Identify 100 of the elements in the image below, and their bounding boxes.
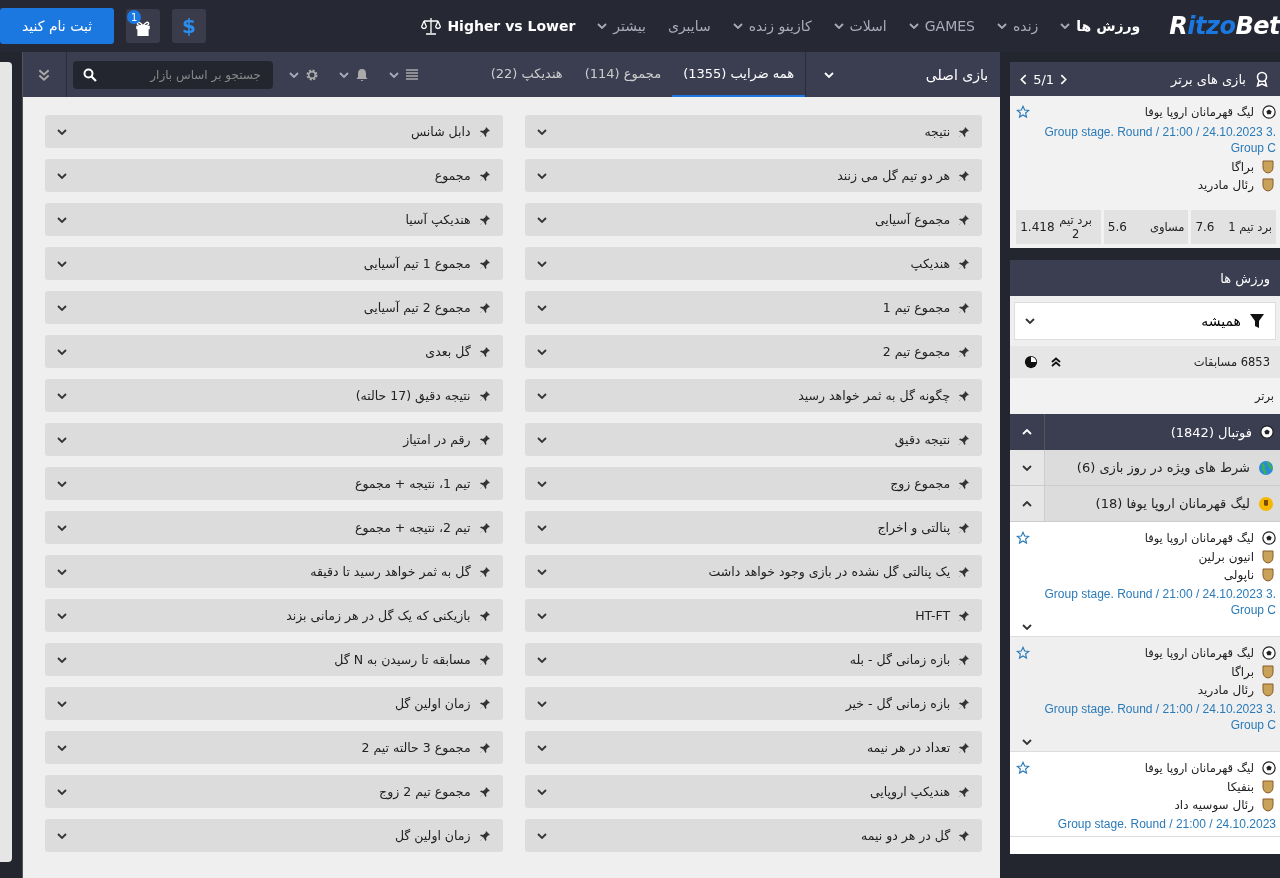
market-row[interactable]: هندیکپ اروپایی: [524, 775, 983, 808]
team-name: براگا: [1231, 665, 1254, 679]
market-row[interactable]: نتیجه دقیق (17 حالته): [45, 379, 503, 412]
market-tab[interactable]: همه ضرایب (1355): [672, 52, 806, 97]
market-row[interactable]: نتیجه دقیق: [524, 423, 983, 456]
pin-icon: [958, 257, 971, 270]
market-row[interactable]: مجموع تیم 2: [524, 335, 983, 368]
market-row[interactable]: HT-FT: [524, 599, 983, 632]
chevron-right-icon[interactable]: [1060, 73, 1068, 85]
market-row[interactable]: مجموع 1 تیم آسیایی: [45, 247, 503, 280]
pin-icon: [958, 345, 971, 358]
chevron-down-icon: [1022, 464, 1033, 471]
market-row[interactable]: مجموع تیم 2 زوج: [45, 775, 503, 808]
market-row[interactable]: پنالتی و اخراج: [524, 511, 983, 544]
market-row[interactable]: مجموع: [45, 159, 503, 192]
market-row[interactable]: زمان اولین گل: [45, 687, 503, 720]
gift-button[interactable]: 1: [126, 9, 161, 43]
chevron-down-icon: [57, 568, 67, 575]
chevron-down-icon: [824, 71, 835, 78]
market-row[interactable]: مجموع 2 تیم آسیایی: [45, 291, 503, 324]
chevron-down-icon: [536, 744, 547, 751]
bell-icon: [355, 67, 369, 82]
nav-link[interactable]: Higher vs Lower: [412, 17, 585, 35]
chevron-down-icon: [57, 744, 67, 751]
market-row[interactable]: مجموع زوج: [524, 467, 983, 500]
match-info: Group stage. Round / 21:00 / 24.10.2023 3. Group C: [1043, 586, 1276, 619]
chevron-down-icon: [57, 216, 67, 223]
market-row[interactable]: مسابقه تا رسیدن به N گل: [45, 643, 503, 676]
chevron-down-icon: [908, 23, 919, 29]
market-row[interactable]: زمان اولین گل: [45, 819, 503, 852]
pin-icon: [478, 477, 491, 490]
market-row[interactable]: چگونه گل به ثمر خواهد رسید: [524, 379, 983, 412]
chevron-down-icon: [536, 128, 547, 135]
pin-icon: [958, 653, 971, 666]
chevron-left-icon[interactable]: [1020, 73, 1028, 85]
pie-chart-icon[interactable]: [1024, 355, 1039, 369]
league-row[interactable]: شرط های ویژه در روز بازی (6): [1010, 450, 1280, 486]
team-name: بنفیکا: [1227, 780, 1254, 794]
market-row[interactable]: مجموع 3 حالته تیم 2: [45, 731, 503, 764]
nav-link[interactable]: بیشتر: [588, 18, 655, 34]
search-field[interactable]: جستجو بر اساس بازار: [73, 60, 273, 89]
double-chevron-up-icon[interactable]: [1050, 355, 1063, 369]
chevron-down-icon: [536, 216, 547, 223]
pin-icon: [958, 213, 971, 226]
pager-count: 5/1: [1033, 71, 1055, 87]
market-row[interactable]: رقم در امتیاز: [45, 423, 503, 456]
chevron-down-icon: [536, 656, 547, 663]
star-icon[interactable]: [1016, 761, 1031, 775]
market-row[interactable]: هندیکپ: [524, 247, 983, 280]
pin-icon: [478, 653, 491, 666]
nav-link[interactable]: ورزش ها: [1051, 18, 1150, 34]
nav-link[interactable]: زنده: [988, 18, 1048, 34]
pin-icon: [958, 125, 971, 138]
star-icon[interactable]: [1016, 531, 1031, 545]
chevron-down-icon: [536, 480, 547, 487]
team-crest-icon: [1262, 160, 1274, 174]
market-row[interactable]: هندیکپ آسیا: [45, 203, 503, 236]
market-row[interactable]: دابل شانس: [45, 115, 503, 148]
chevron-down-icon: [536, 788, 547, 795]
pin-icon: [478, 125, 491, 138]
pin-icon: [958, 169, 971, 182]
market-row[interactable]: هر دو تیم گل می زنند: [524, 159, 983, 192]
pin-icon: [478, 433, 491, 446]
market-row[interactable]: بازیکنی که یک گل در هر زمانی بزند: [45, 599, 503, 632]
market-tab[interactable]: مجموع (114): [573, 52, 673, 97]
logo[interactable]: RitzoBet: [1169, 12, 1280, 40]
chevron-down-icon: [289, 71, 299, 78]
star-icon[interactable]: [1016, 105, 1031, 119]
market-row[interactable]: مجموع آسیایی: [524, 203, 983, 236]
market-row[interactable]: گل در هر دو نیمه: [524, 819, 983, 852]
league-row[interactable]: لیگ قهرمانان اروپا یوفا (18): [1010, 486, 1280, 522]
chevron-up-icon: [1022, 500, 1033, 507]
market-row[interactable]: گل به ثمر خواهد رسید تا دقیقه: [45, 555, 503, 588]
chevron-down-icon: [57, 304, 67, 311]
market-row[interactable]: بازه زمانی گل - خیر: [524, 687, 983, 720]
register-button[interactable]: ثبت نام کنید: [0, 8, 115, 44]
market-row[interactable]: مجموع تیم 1: [524, 291, 983, 324]
market-row[interactable]: بازه زمانی گل - بله: [524, 643, 983, 676]
market-row[interactable]: تیم 2، نتیجه + مجموع: [45, 511, 503, 544]
sport-row[interactable]: فوتبال (1842): [1010, 414, 1280, 450]
chevron-down-icon: [833, 23, 844, 29]
pin-icon: [478, 565, 491, 578]
period-select[interactable]: همیشه: [1014, 302, 1276, 340]
market-row[interactable]: گل بعدی: [45, 335, 503, 368]
market-row[interactable]: تعداد در هر نیمه: [524, 731, 983, 764]
nav-link[interactable]: GAMES: [899, 18, 984, 34]
pin-icon: [478, 169, 491, 182]
league-name: لیگ قهرمانان اروپا یوفا: [1144, 531, 1254, 545]
chevron-down-icon: [57, 700, 67, 707]
market-tab[interactable]: هندیکپ (22): [479, 52, 574, 97]
nav-link[interactable]: اسلات: [824, 18, 896, 34]
star-icon[interactable]: [1016, 646, 1031, 660]
pin-icon: [478, 829, 491, 842]
market-row[interactable]: یک پنالتی گل نشده در بازی وجود خواهد داشت: [524, 555, 983, 588]
nav-link[interactable]: کازینو زنده: [723, 18, 821, 34]
chevron-down-icon: [57, 656, 67, 663]
nav-link[interactable]: سایبری: [658, 18, 720, 34]
market-row[interactable]: نتیجه: [524, 115, 983, 148]
team-name: براگا: [1231, 160, 1254, 174]
market-row[interactable]: تیم 1، نتیجه + مجموع: [45, 467, 503, 500]
